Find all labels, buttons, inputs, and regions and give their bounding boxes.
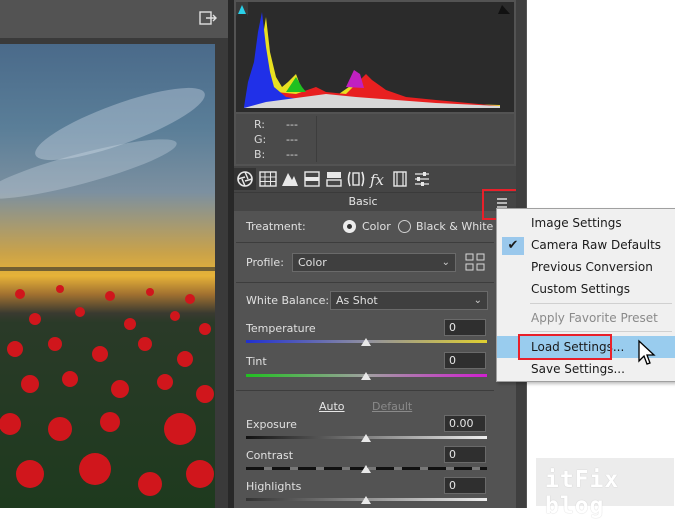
hsl-icon[interactable] xyxy=(301,168,323,190)
detail-triangle-icon[interactable] xyxy=(279,168,301,190)
menu-item-label: Image Settings xyxy=(531,216,622,230)
menu-separator xyxy=(530,303,672,304)
menu-item-label: Custom Settings xyxy=(531,282,631,296)
profile-select[interactable]: Color ⌄ xyxy=(292,253,456,272)
menu-item-image-settings[interactable]: Image Settings xyxy=(497,212,675,234)
g-value: --- xyxy=(286,133,298,146)
temperature-input[interactable]: 0 xyxy=(444,319,486,336)
profile-label: Profile: xyxy=(246,256,284,269)
highlights-input[interactable]: 0 xyxy=(444,477,486,494)
highlights-label: Highlights xyxy=(246,480,302,493)
menu-item-label: Camera Raw Defaults xyxy=(531,238,662,252)
contrast-input[interactable]: 0 xyxy=(444,446,486,463)
split-toning-icon[interactable] xyxy=(323,168,345,190)
radio-color[interactable] xyxy=(343,220,356,233)
tone-curve-grid-icon[interactable] xyxy=(257,168,279,190)
b-value: --- xyxy=(286,148,298,161)
highlight-clipping-icon[interactable] xyxy=(498,5,510,14)
menu-item-apply-favorite-preset: Apply Favorite Preset xyxy=(497,307,675,329)
menu-separator xyxy=(530,331,672,332)
radio-black-white[interactable] xyxy=(398,220,411,233)
exposure-slider-thumb[interactable] xyxy=(361,434,371,442)
radio-black-white-label[interactable]: Black & White xyxy=(416,220,493,233)
lens-icon[interactable] xyxy=(345,168,367,190)
tint-slider-thumb[interactable] xyxy=(361,372,371,380)
treatment-label: Treatment: xyxy=(246,220,306,233)
exposure-label: Exposure xyxy=(246,418,297,431)
photo-preview xyxy=(0,44,215,508)
chevron-down-icon: ⌄ xyxy=(473,295,482,306)
basic-aperture-icon[interactable] xyxy=(234,168,256,190)
section-title: Basic xyxy=(348,195,378,208)
menu-item-camera-raw-defaults[interactable]: Camera Raw Defaults xyxy=(497,234,675,256)
tint-label: Tint xyxy=(246,355,267,368)
tint-input[interactable]: 0 xyxy=(444,352,486,369)
b-label: B: xyxy=(254,148,266,161)
histogram xyxy=(236,2,514,112)
r-value: --- xyxy=(286,118,298,131)
auto-button[interactable]: Auto xyxy=(319,400,345,413)
white-balance-label: White Balance: xyxy=(246,294,330,307)
profile-select-value: Color xyxy=(298,256,327,269)
menu-item-previous-conversion[interactable]: Previous Conversion xyxy=(497,256,675,278)
load-settings-highlight xyxy=(518,334,612,360)
contrast-slider-thumb[interactable] xyxy=(361,465,371,473)
default-button[interactable]: Default xyxy=(372,400,412,413)
white-balance-select[interactable]: As Shot ⌄ xyxy=(330,291,488,310)
image-toolbar xyxy=(0,0,228,38)
menu-item-custom-settings[interactable]: Custom Settings xyxy=(497,278,675,300)
white-balance-value: As Shot xyxy=(336,294,378,307)
divider xyxy=(236,242,494,243)
radio-color-label[interactable]: Color xyxy=(362,220,391,233)
exposure-input[interactable]: 0.00 xyxy=(444,415,486,432)
menu-item-label: Previous Conversion xyxy=(531,260,653,274)
svg-text:fx: fx xyxy=(369,171,385,189)
divider xyxy=(236,390,494,391)
presets-sliders-icon[interactable] xyxy=(411,168,433,190)
r-label: R: xyxy=(254,118,266,131)
contrast-label: Contrast xyxy=(246,449,294,462)
export-icon[interactable] xyxy=(199,10,217,26)
divider xyxy=(236,282,494,283)
rgb-readout: R: --- G: --- B: --- xyxy=(236,114,514,164)
temperature-label: Temperature xyxy=(246,322,316,335)
profile-grid-icon[interactable] xyxy=(465,253,485,271)
chevron-down-icon: ⌄ xyxy=(441,257,450,268)
mouse-cursor-icon xyxy=(637,339,657,367)
g-label: G: xyxy=(254,133,267,146)
menu-item-label: Save Settings... xyxy=(531,362,625,376)
camera-calibration-icon[interactable] xyxy=(389,168,411,190)
temperature-slider-thumb[interactable] xyxy=(361,338,371,346)
menu-item-label: Apply Favorite Preset xyxy=(531,311,658,325)
watermark-text: itFix blog xyxy=(545,467,620,519)
highlights-slider-thumb[interactable] xyxy=(361,496,371,504)
fx-icon[interactable]: fx xyxy=(367,168,389,190)
